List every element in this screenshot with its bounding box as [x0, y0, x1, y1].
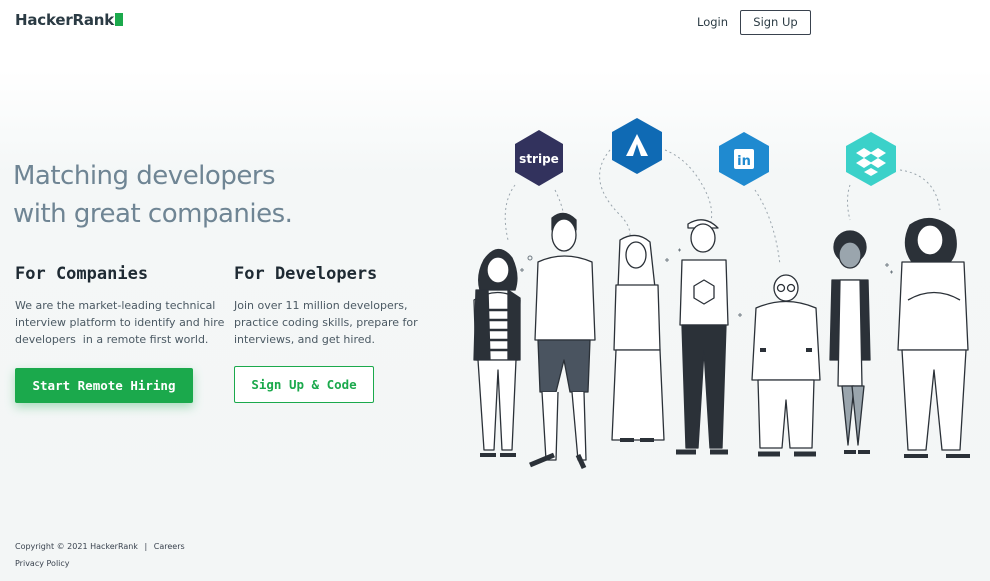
companies-desc-line: interview platform to identify and hire — [15, 316, 225, 329]
developers-description: Join over 11 million developers, practic… — [234, 297, 434, 348]
atlassian-logo-icon — [612, 118, 662, 174]
person-3-illustration — [611, 234, 665, 442]
signup-and-code-button[interactable]: Sign Up & Code — [234, 366, 374, 403]
person-4-illustration — [676, 219, 729, 455]
person-1-illustration — [473, 248, 521, 457]
signup-button[interactable]: Sign Up — [740, 10, 811, 35]
developers-desc-line: Join over 11 million developers, — [234, 299, 408, 312]
login-link[interactable]: Login — [697, 15, 728, 29]
developers-desc-line: practice coding skills, prepare for — [234, 316, 418, 329]
copyright-text: Copyright © 2021 HackerRank — [15, 542, 138, 551]
person-6-illustration — [829, 230, 871, 454]
hero-title-line2: with great companies. — [13, 199, 293, 229]
developers-desc-line: interviews, and get hired. — [234, 333, 375, 346]
companies-description: We are the market-leading technical inte… — [15, 297, 225, 348]
hero-title-line1: Matching developers — [13, 161, 276, 191]
dropbox-logo-icon — [846, 132, 896, 186]
person-2-illustration — [529, 212, 596, 470]
footer-links: Copyright © 2021 HackerRank | Careers — [15, 542, 189, 551]
footer-separator: | — [144, 542, 148, 551]
hackerrank-logo[interactable]: HackerRank — [15, 11, 124, 29]
footer-privacy: Privacy Policy — [15, 559, 74, 568]
top-nav: HackerRank Login Sign Up — [0, 0, 990, 44]
start-remote-hiring-button[interactable]: Start Remote Hiring — [15, 368, 193, 403]
linkedin-text: in — [737, 154, 751, 169]
logo-text: HackerRank — [15, 11, 115, 29]
logo-mark-icon — [115, 13, 124, 26]
privacy-policy-link[interactable]: Privacy Policy — [15, 559, 70, 568]
hero-title: Matching developers with great companies… — [13, 157, 333, 233]
careers-link[interactable]: Careers — [154, 542, 185, 551]
companies-title: For Companies — [15, 264, 149, 284]
person-7-illustration — [897, 218, 970, 458]
linkedin-logo-icon: in — [719, 132, 769, 186]
person-5-illustration — [751, 274, 821, 457]
stripe-logo-icon: stripe — [515, 130, 563, 186]
companies-desc-line: We are the market-leading technical — [15, 299, 216, 312]
developers-title: For Developers — [234, 264, 378, 284]
stripe-text: stripe — [519, 152, 559, 166]
companies-desc-line: developers in a remote first world. — [15, 333, 209, 346]
developers-illustration: stripe in — [473, 118, 970, 470]
